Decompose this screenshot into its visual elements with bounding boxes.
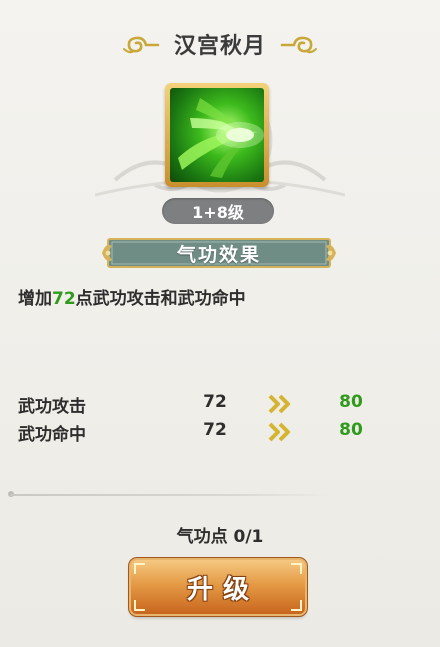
stat-name: 武功命中 xyxy=(18,425,86,445)
stat-current-value: 72 xyxy=(203,392,227,412)
button-corner-ornament xyxy=(134,600,145,611)
cloud-ornament-left-icon xyxy=(122,36,160,54)
description-value: 72 xyxy=(52,289,76,309)
button-corner-ornament xyxy=(134,563,145,574)
skill-icon-frame[interactable] xyxy=(165,83,269,187)
skill-points-label: 气功点 0/1 xyxy=(176,527,264,547)
upgrade-button[interactable]: 升级 xyxy=(131,560,305,614)
description-prefix: 增加 xyxy=(18,289,52,309)
cloud-ornament-right-icon xyxy=(280,36,317,54)
description-suffix: 点武功攻击和武功命中 xyxy=(75,289,246,309)
stat-next-value: 80 xyxy=(339,392,363,412)
skill-level-badge: 1+8级 xyxy=(162,198,274,224)
button-corner-ornament xyxy=(291,600,302,611)
stat-row-accuracy: 武功命中 72 80 xyxy=(18,420,378,445)
divider xyxy=(10,494,332,496)
skill-detail-panel: 汉宫秋月 1+8级 气功效果 增加72点武功攻击和武功命中 武功攻击 72 80… xyxy=(0,0,440,647)
title-row: 汉宫秋月 xyxy=(0,24,440,64)
effect-banner: 气功效果 xyxy=(100,236,338,270)
stat-row-attack: 武功攻击 72 80 xyxy=(18,392,378,417)
stat-next-value: 80 xyxy=(339,420,363,440)
stat-name: 武功攻击 xyxy=(18,397,86,417)
button-corner-ornament xyxy=(291,563,302,574)
stat-current-value: 72 xyxy=(203,420,227,440)
upgrade-button-label: 升级 xyxy=(186,574,259,605)
green-slash-skill-icon xyxy=(170,88,264,182)
double-chevron-right-icon xyxy=(268,394,290,414)
effect-banner-label: 气功效果 xyxy=(176,243,261,266)
double-chevron-right-icon xyxy=(268,422,290,442)
effect-description: 增加72点武功攻击和武功命中 xyxy=(18,284,246,309)
skill-title: 汉宫秋月 xyxy=(173,34,266,59)
